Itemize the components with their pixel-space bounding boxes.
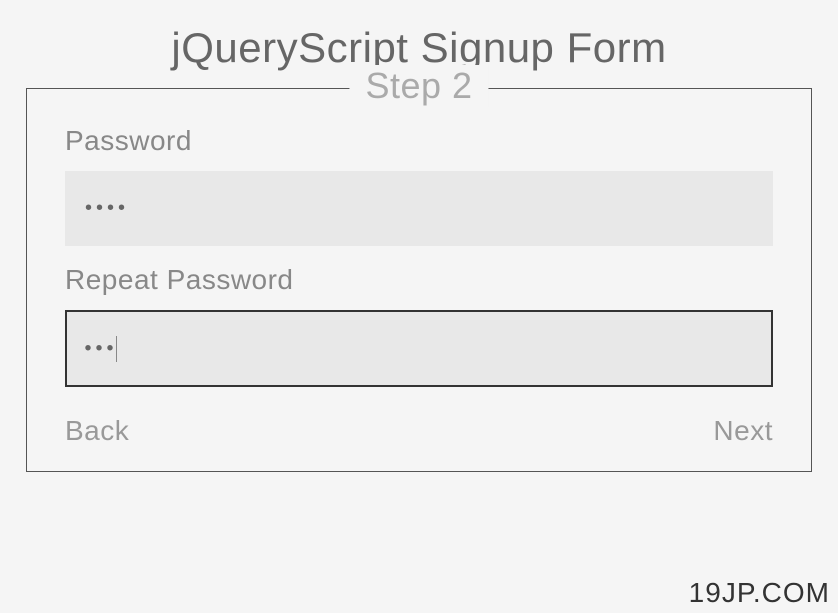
repeat-password-input[interactable]: ••• <box>65 310 773 387</box>
repeat-password-group: Repeat Password ••• <box>65 264 773 387</box>
step-fieldset: Step 2 Password •••• Repeat Password •••… <box>26 88 812 472</box>
back-button[interactable]: Back <box>65 415 129 447</box>
watermark: 19JP.COM <box>689 577 830 609</box>
repeat-password-label: Repeat Password <box>65 264 773 296</box>
next-button[interactable]: Next <box>713 415 773 447</box>
text-cursor <box>116 336 117 362</box>
password-group: Password •••• <box>65 125 773 246</box>
step-legend: Step 2 <box>349 65 488 107</box>
button-row: Back Next <box>65 415 773 447</box>
password-label: Password <box>65 125 773 157</box>
password-input[interactable]: •••• <box>65 171 773 246</box>
